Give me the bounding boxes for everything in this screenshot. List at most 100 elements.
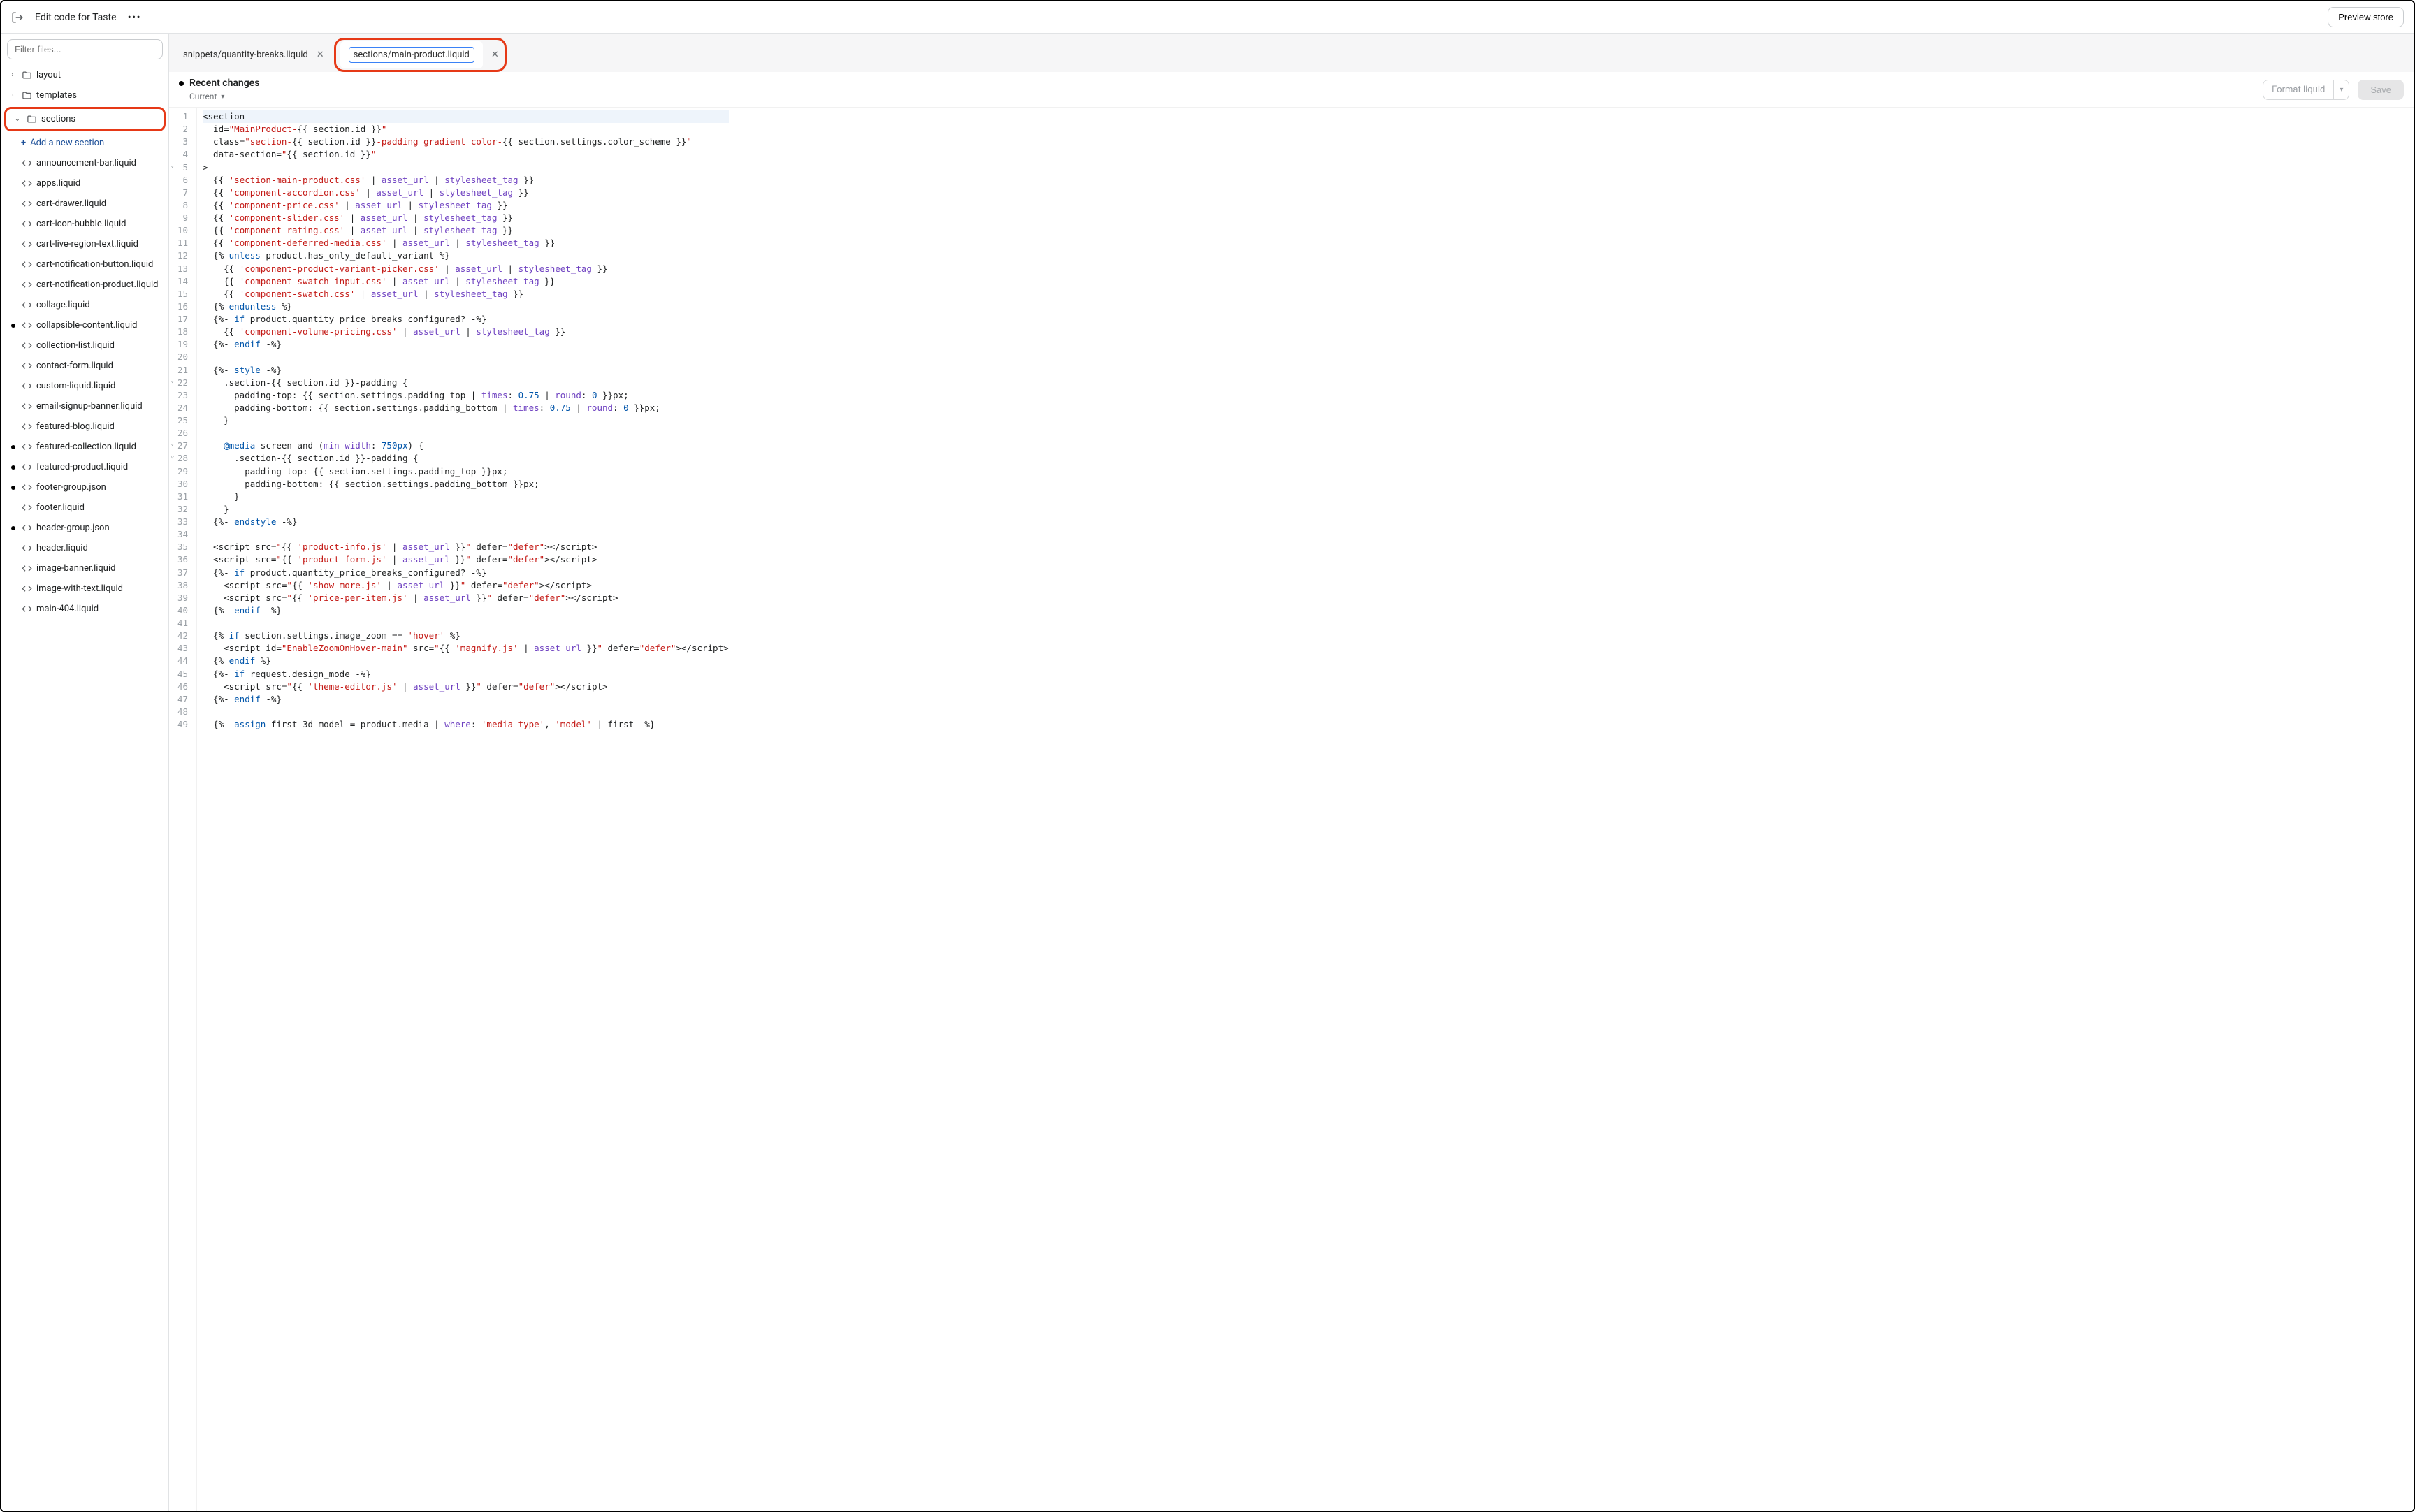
code-line[interactable]: <script src="{{ 'show-more.js' | asset_u… [203,579,729,592]
code-line[interactable]: {{ 'section-main-product.css' | asset_ur… [203,174,729,187]
file-item[interactable]: image-banner.liquid [1,558,168,579]
code-line[interactable]: <script src="{{ 'price-per-item.js' | as… [203,592,729,604]
file-item[interactable]: image-with-text.liquid [1,579,168,599]
code-line[interactable] [203,706,729,718]
code-line[interactable]: {{ 'component-swatch-input.css' | asset_… [203,275,729,288]
format-liquid-button[interactable]: Format liquid ▾ [2263,80,2349,100]
file-item[interactable]: collection-list.liquid [1,335,168,356]
code-line[interactable]: {{ 'component-slider.css' | asset_url | … [203,212,729,224]
code-line[interactable]: padding-bottom: {{ section.settings.padd… [203,402,729,414]
code-line[interactable]: {{ 'component-rating.css' | asset_url | … [203,224,729,237]
file-item[interactable]: featured-product.liquid [1,457,168,477]
editor-tab[interactable]: snippets/quantity-breaks.liquid✕ [175,44,334,66]
code-line[interactable]: {%- endif -%} [203,604,729,617]
add-section-button[interactable]: +Add a new section [1,133,168,153]
file-item[interactable]: collapsible-content.liquid [1,315,168,335]
fold-icon[interactable]: ⌄ [171,439,174,449]
file-item[interactable]: cart-notification-product.liquid [1,275,168,295]
code-line[interactable]: {%- endif -%} [203,338,729,351]
fold-icon[interactable]: ⌄ [171,161,174,170]
folder-templates[interactable]: ›templates [1,85,168,106]
code-line[interactable]: {{ 'component-price.css' | asset_url | s… [203,199,729,212]
filter-files-input[interactable] [7,39,163,59]
code-file-icon [21,563,32,574]
file-item[interactable]: header-group.json [1,518,168,538]
code-line[interactable] [203,351,729,363]
code-line[interactable]: <script src="{{ 'product-form.js' | asse… [203,553,729,566]
file-item[interactable]: apps.liquid [1,173,168,194]
exit-icon[interactable] [11,11,24,24]
code-line[interactable]: {% if section.settings.image_zoom == 'ho… [203,630,729,642]
version-dropdown[interactable]: Current ▾ [179,92,259,101]
code-line[interactable]: padding-bottom: {{ section.settings.padd… [203,478,729,490]
file-item[interactable]: main-404.liquid [1,599,168,619]
code-line[interactable]: {%- assign first_3d_model = product.medi… [203,718,729,731]
code-line[interactable]: {{ 'component-accordion.css' | asset_url… [203,187,729,199]
code-editor[interactable]: 12345⌄678910111213141516171819202122⌄232… [169,108,2414,1511]
code-line[interactable]: {% endunless %} [203,300,729,313]
file-item[interactable]: footer.liquid [1,497,168,518]
folder-layout[interactable]: ›layout [1,65,168,85]
code-line[interactable]: padding-top: {{ section.settings.padding… [203,389,729,402]
fold-icon[interactable]: ⌄ [171,452,174,461]
close-icon[interactable]: ✕ [490,50,500,60]
file-item[interactable]: header.liquid [1,538,168,558]
code-line[interactable]: {%- endif -%} [203,693,729,706]
code-line[interactable]: {{ 'component-product-variant-picker.css… [203,263,729,275]
code-line[interactable] [203,528,729,541]
code-line[interactable]: <section [203,110,729,123]
code-line[interactable]: {{ 'component-deferred-media.css' | asse… [203,237,729,249]
code-line[interactable]: class="section-{{ section.id }}-padding … [203,136,729,148]
file-item[interactable]: announcement-bar.liquid [1,153,168,173]
code-line[interactable]: {{ 'component-volume-pricing.css' | asse… [203,326,729,338]
code-line[interactable]: {% endif %} [203,655,729,667]
file-item[interactable]: contact-form.liquid [1,356,168,376]
save-button[interactable]: Save [2358,80,2404,100]
file-item[interactable]: featured-collection.liquid [1,437,168,457]
line-number: 43 [172,642,191,655]
file-item[interactable]: cart-notification-button.liquid [1,254,168,275]
file-item[interactable]: footer-group.json [1,477,168,497]
fold-icon[interactable]: ⌄ [171,377,174,386]
file-item[interactable]: cart-drawer.liquid [1,194,168,214]
code-line[interactable]: .section-{{ section.id }}-padding { [203,452,729,465]
code-line[interactable] [203,427,729,439]
code-line[interactable]: <script src="{{ 'theme-editor.js' | asse… [203,681,729,693]
code-line[interactable]: .section-{{ section.id }}-padding { [203,377,729,389]
modified-dot-icon [11,324,15,328]
code-line[interactable]: @media screen and (min-width: 750px) { [203,439,729,452]
file-item[interactable]: custom-liquid.liquid [1,376,168,396]
code-line[interactable]: padding-top: {{ section.settings.padding… [203,465,729,478]
sidebar: ›layout›templates ⌄sections +Add a new sec… [1,34,169,1511]
plus-icon: + [21,138,26,148]
editor-tab[interactable]: sections/main-product.liquid [340,41,483,68]
code-line[interactable]: {%- style -%} [203,364,729,377]
code-line[interactable]: } [203,490,729,503]
preview-store-button[interactable]: Preview store [2328,7,2404,27]
code-line[interactable]: {%- if request.design_mode -%} [203,668,729,681]
code-line[interactable]: {{ 'component-swatch.css' | asset_url | … [203,288,729,300]
file-item[interactable]: email-signup-banner.liquid [1,396,168,416]
file-item[interactable]: cart-icon-bubble.liquid [1,214,168,234]
code-line[interactable]: } [203,503,729,516]
close-icon[interactable]: ✕ [315,50,326,60]
code-line[interactable]: data-section="{{ section.id }}" [203,148,729,161]
folder-sections[interactable]: ⌄sections [6,109,164,129]
file-item[interactable]: cart-live-region-text.liquid [1,234,168,254]
line-number: 23 [172,389,191,402]
line-number: 5⌄ [172,161,191,174]
code-line[interactable]: {%- endstyle -%} [203,516,729,528]
code-line[interactable]: > [203,161,729,174]
code-line[interactable] [203,617,729,630]
code-line[interactable]: {%- if product.quantity_price_breaks_con… [203,313,729,326]
code-file-icon [21,320,32,330]
code-line[interactable]: {%- if product.quantity_price_breaks_con… [203,567,729,579]
code-line[interactable]: <script src="{{ 'product-info.js' | asse… [203,541,729,553]
more-icon[interactable]: ••• [128,10,141,24]
file-item[interactable]: collage.liquid [1,295,168,315]
code-line[interactable]: } [203,414,729,427]
code-line[interactable]: {% unless product.has_only_default_varia… [203,249,729,262]
file-item[interactable]: featured-blog.liquid [1,416,168,437]
code-line[interactable]: <script id="EnableZoomOnHover-main" src=… [203,642,729,655]
code-line[interactable]: id="MainProduct-{{ section.id }}" [203,123,729,136]
